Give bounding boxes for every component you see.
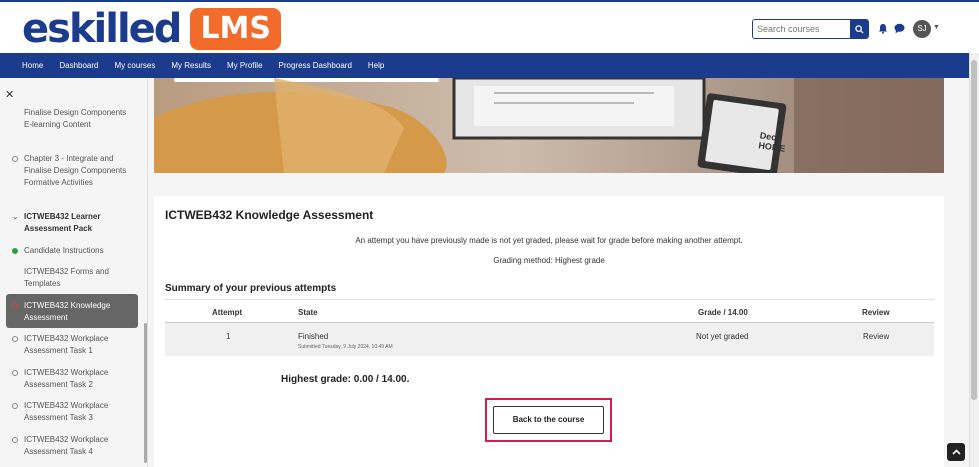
attempt-state: Finished bbox=[298, 332, 329, 341]
complete-dot-icon bbox=[12, 248, 18, 254]
sidebar-scrollbar[interactable] bbox=[144, 323, 147, 463]
sidebar-item-label: ICTWEB432 Knowledge Assessment bbox=[24, 301, 111, 322]
nav-progress-dashboard[interactable]: Progress Dashboard bbox=[279, 61, 352, 70]
close-icon[interactable]: ✕ bbox=[5, 88, 14, 101]
incomplete-circle-icon bbox=[12, 156, 18, 162]
sidebar-item-label: Candidate Instructions bbox=[24, 246, 104, 255]
incomplete-circle-icon bbox=[12, 370, 18, 376]
back-to-top-button[interactable] bbox=[947, 443, 965, 461]
attempts-summary-heading: Summary of your previous attempts bbox=[165, 283, 337, 294]
nav-help[interactable]: Help bbox=[368, 61, 384, 70]
chat-icon[interactable] bbox=[894, 23, 905, 34]
sidebar-item-label: ICTWEB432 Workplace Assessment Task 2 bbox=[24, 368, 109, 389]
lms-badge: LMS bbox=[190, 8, 282, 50]
incomplete-circle-icon bbox=[12, 437, 18, 443]
incomplete-circle-icon bbox=[12, 403, 18, 409]
course-index-sidebar: ✕ Finalise Design Components E-learning … bbox=[0, 78, 148, 467]
sidebar-item-label: ICTWEB432 Workplace Assessment Task 3 bbox=[24, 401, 109, 422]
table-row: 1 Finished Submitted Tuesday, 9 July 202… bbox=[165, 323, 934, 356]
course-banner-image: Deco HOME bbox=[154, 78, 944, 173]
sidebar-item-label: ICTWEB432 Workplace Assessment Task 1 bbox=[24, 334, 109, 355]
table-header-row: Attempt State Grade / 14.00 Review bbox=[165, 299, 934, 323]
banner-photo bbox=[154, 78, 944, 173]
bell-icon[interactable] bbox=[878, 23, 888, 34]
column-header-grade: Grade / 14.00 bbox=[698, 308, 748, 317]
attempt-submitted-date: Submitted Tuesday, 9 July 2024, 10:49 AM bbox=[298, 344, 393, 350]
page-title: ICTWEB432 Knowledge Assessment bbox=[165, 208, 374, 222]
main-nav: Home Dashboard My courses My Results My … bbox=[0, 53, 969, 78]
sidebar-item-label: Chapter 3 - Integrate and Finalise Desig… bbox=[24, 154, 127, 187]
sidebar-item-label: ICTWEB432 Workplace Assessment Task 4 bbox=[24, 435, 109, 456]
review-link[interactable]: Review bbox=[863, 332, 889, 341]
main-content: Deco HOME ICTWEB432 Knowledge Assessment… bbox=[148, 78, 969, 467]
search-input[interactable] bbox=[753, 20, 850, 38]
eskilled-logo[interactable]: eskilled LMS bbox=[22, 6, 282, 52]
column-header-state: State bbox=[298, 308, 318, 317]
grading-notice: An attempt you have previously made is n… bbox=[355, 236, 743, 245]
chevron-up-icon bbox=[951, 449, 961, 455]
grading-method: Grading method: Highest grade bbox=[493, 256, 605, 265]
site-header: eskilled LMS SJ ▼ bbox=[0, 0, 979, 53]
chevron-down-icon[interactable]: ⌄ bbox=[12, 211, 19, 223]
highest-grade: Highest grade: 0.00 / 14.00. bbox=[281, 374, 410, 385]
incomplete-circle-icon bbox=[12, 336, 18, 342]
sidebar-item-label: Finalise Design Components E-learning Co… bbox=[24, 108, 127, 129]
search-bar bbox=[752, 19, 869, 39]
attempt-grade: Not yet graded bbox=[696, 332, 749, 341]
column-header-attempt: Attempt bbox=[212, 308, 243, 317]
back-to-course-button[interactable]: Back to the course bbox=[493, 406, 604, 434]
column-header-review: Review bbox=[862, 308, 890, 317]
quiz-summary-card: ICTWEB432 Knowledge Assessment An attemp… bbox=[154, 196, 944, 467]
nav-dashboard[interactable]: Dashboard bbox=[59, 61, 98, 70]
chevron-down-icon[interactable]: ▼ bbox=[933, 24, 940, 31]
avatar[interactable]: SJ bbox=[913, 20, 931, 38]
nav-my-results[interactable]: My Results bbox=[171, 61, 211, 70]
search-button[interactable] bbox=[850, 20, 868, 38]
sidebar-section-label: ICTWEB432 Learner Assessment Pack bbox=[24, 212, 101, 233]
nav-home[interactable]: Home bbox=[22, 61, 43, 70]
sidebar-item-label: ICTWEB432 Forms and Templates bbox=[24, 267, 109, 288]
nav-my-courses[interactable]: My courses bbox=[114, 61, 155, 70]
attempt-number: 1 bbox=[226, 332, 231, 341]
nav-my-profile[interactable]: My Profile bbox=[227, 61, 263, 70]
brand-name: eskilled bbox=[22, 6, 182, 52]
search-icon bbox=[854, 24, 864, 34]
incomplete-circle-icon bbox=[12, 303, 18, 309]
page-scrollbar-thumb[interactable] bbox=[971, 60, 977, 400]
